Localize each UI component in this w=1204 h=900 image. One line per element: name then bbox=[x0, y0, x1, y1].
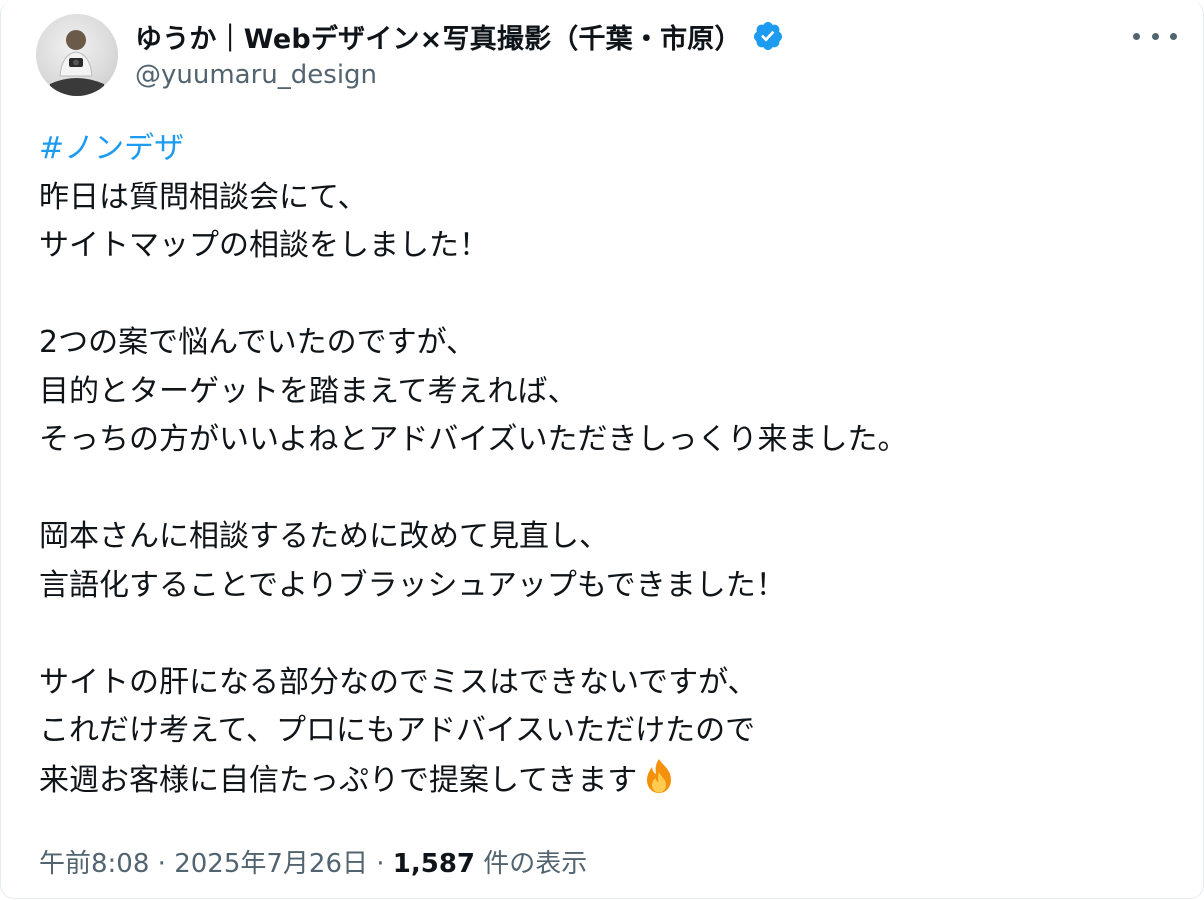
tweet-meta: 午前8:08 · 2025年7月26日 · 1,587 件の表示 bbox=[39, 844, 587, 884]
tweet-line: そっちの方がいいよねとアドバイズいただきしっくり来ました。 bbox=[39, 422, 908, 457]
author-handle[interactable]: @yuumaru_design bbox=[135, 60, 377, 90]
verified-badge-icon bbox=[752, 20, 784, 52]
tweet-text: #ノンデザ 昨日は質問相談会にて、 サイトマップの相談をしました！ 2つの案で悩… bbox=[39, 125, 1179, 804]
more-options-button[interactable] bbox=[1133, 24, 1177, 48]
tweet-line: 目的とターゲットを踏まえて考えれば、 bbox=[39, 373, 578, 409]
author-name-row[interactable]: ゆうか｜Webデザイン×写真撮影（千葉・市原） bbox=[135, 16, 784, 56]
meta-separator: · bbox=[376, 849, 385, 879]
views-count: 1,587 bbox=[392, 849, 476, 879]
tweet-line: これだけ考えて、プロにもアドバイスいただけたので bbox=[39, 713, 756, 748]
tweet-line bbox=[39, 271, 1179, 320]
more-dot-icon bbox=[1133, 32, 1140, 40]
tweet-date[interactable]: 2025年7月26日 bbox=[174, 849, 368, 879]
tweet-line: 2つの案で悩んでいたのですが、 bbox=[39, 325, 476, 360]
tweet-line: 岡本さんに相談するために改めて見直し、 bbox=[39, 519, 609, 554]
more-dot-icon bbox=[1170, 32, 1177, 40]
tweet-line bbox=[39, 465, 1179, 514]
fire-emoji-icon bbox=[639, 756, 679, 796]
tweet-line: 昨日は質問相談会にて、 bbox=[39, 179, 368, 215]
views-label: 件の表示 bbox=[483, 849, 588, 879]
display-name[interactable]: ゆうか｜Webデザイン×写真撮影（千葉・市原） bbox=[135, 17, 742, 56]
tweet-line: 来週お客様に自信たっぷりで提案してきます bbox=[39, 762, 638, 798]
more-dot-icon bbox=[1151, 32, 1159, 40]
tweet-card: ゆうか｜Webデザイン×写真撮影（千葉・市原） @yuumaru_design … bbox=[0, 0, 1204, 899]
tweet-time[interactable]: 午前8:08 bbox=[39, 849, 149, 879]
meta-separator: · bbox=[157, 849, 166, 879]
tweet-line: 言語化することでよりブラッシュアップもできました！ bbox=[39, 567, 786, 603]
hashtag-link[interactable]: #ノンデザ bbox=[39, 131, 184, 166]
tweet-line: サイトの肝になる部分なのでミスはできないですが、 bbox=[39, 664, 758, 700]
avatar[interactable] bbox=[36, 14, 118, 96]
tweet-line: サイトマップの相談をしました！ bbox=[39, 228, 489, 263]
tweet-line bbox=[39, 610, 1179, 659]
